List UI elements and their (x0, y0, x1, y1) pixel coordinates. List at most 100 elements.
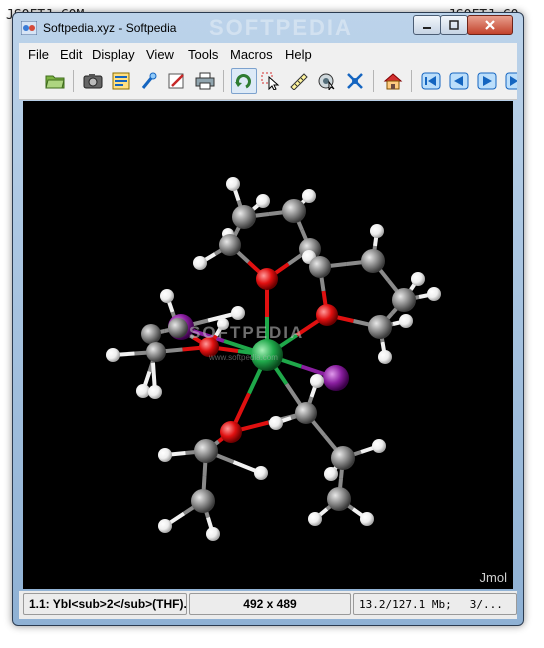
menu-view[interactable]: View (146, 47, 174, 62)
atom-h[interactable] (302, 189, 316, 203)
atom-h[interactable] (411, 272, 425, 286)
atom-h[interactable] (378, 350, 392, 364)
script-icon (112, 72, 130, 90)
softpedia-banner-watermark: SOFTPEDIA (209, 15, 353, 40)
toolbar-separator (411, 70, 412, 92)
atom-h[interactable] (160, 289, 174, 303)
menu-bar: File Edit Display View Tools Macros Help (19, 43, 517, 65)
memory-usage: 13.2/127.1 Mb; (359, 597, 452, 611)
atom-h[interactable] (136, 384, 150, 398)
atom-h[interactable] (310, 374, 324, 388)
close-icon (485, 20, 495, 30)
atom-h[interactable] (427, 287, 441, 301)
atom-h[interactable] (148, 385, 162, 399)
molecule-viewer-canvas[interactable]: SOFTPEDIA www.softpedia.com Jmol (23, 101, 513, 589)
menu-macros[interactable]: Macros (230, 47, 273, 62)
atom-i[interactable] (323, 365, 349, 391)
atom-h[interactable] (206, 527, 220, 541)
viewer-size-status: 492 x 489 (189, 593, 351, 615)
spin-icon (318, 73, 335, 90)
atom-h[interactable] (269, 416, 283, 430)
last-frame-button[interactable] (503, 69, 517, 93)
molecule-model[interactable] (23, 101, 513, 589)
atom-h[interactable] (231, 306, 245, 320)
atom-c[interactable] (368, 315, 392, 339)
toolbar (19, 65, 517, 100)
atom-c[interactable] (146, 342, 166, 362)
atom-move-icon (347, 73, 363, 89)
atom-c[interactable] (392, 288, 416, 312)
atom-h[interactable] (308, 512, 322, 526)
maximize-icon (449, 20, 459, 30)
move-atoms-button[interactable] (343, 69, 367, 93)
print-icon (195, 72, 215, 90)
atom-h[interactable] (399, 314, 413, 328)
edit-script-icon (168, 73, 184, 89)
toolbar-separator (73, 70, 74, 92)
atom-c[interactable] (191, 489, 215, 513)
atom-o[interactable] (256, 268, 278, 290)
print-button[interactable] (193, 69, 217, 93)
close-button[interactable] (467, 15, 513, 35)
atom-h[interactable] (193, 256, 207, 270)
atom-c[interactable] (331, 446, 355, 470)
atom-h[interactable] (324, 467, 338, 481)
atom-h[interactable] (158, 519, 172, 533)
atom-c[interactable] (327, 487, 351, 511)
atom-c[interactable] (194, 439, 218, 463)
title-bar[interactable]: Softpedia.xyz - Softpedia SOFTPEDIA (13, 13, 523, 43)
first-frame-icon (421, 72, 441, 90)
atom-o[interactable] (316, 304, 338, 326)
atom-h[interactable] (370, 224, 384, 238)
atom-h[interactable] (372, 439, 386, 453)
menu-tools[interactable]: Tools (188, 47, 218, 62)
molecule-name-status: 1.1: YbI<sub>2</sub>(THF)... (23, 593, 187, 615)
atom-h[interactable] (360, 512, 374, 526)
first-frame-button[interactable] (419, 69, 443, 93)
minimize-icon (423, 27, 431, 29)
atom-c[interactable] (141, 324, 161, 344)
atom-c[interactable] (309, 256, 331, 278)
atom-c[interactable] (219, 234, 241, 256)
measure-ruler-icon (290, 73, 308, 90)
minimize-button[interactable] (413, 15, 441, 35)
select-pointer-icon (261, 72, 280, 90)
app-window: Softpedia.xyz - Softpedia SOFTPEDIA File… (12, 12, 524, 626)
atom-h[interactable] (106, 348, 120, 362)
script-button[interactable] (109, 69, 133, 93)
pick-button[interactable] (137, 69, 161, 93)
menu-help[interactable]: Help (285, 47, 312, 62)
atom-h[interactable] (254, 466, 268, 480)
open-file-button[interactable] (43, 69, 67, 93)
home-button[interactable] (381, 69, 405, 93)
open-folder-icon (45, 75, 65, 89)
atom-o[interactable] (220, 421, 242, 443)
atom-h[interactable] (226, 177, 240, 191)
edit-script-button[interactable] (165, 69, 189, 93)
status-bar: 1.1: YbI<sub>2</sub>(THF)... 492 x 489 1… (19, 591, 517, 619)
previous-frame-button[interactable] (447, 69, 471, 93)
menu-file[interactable]: File (28, 47, 49, 62)
atom-c[interactable] (295, 402, 317, 424)
next-frame-icon (477, 72, 497, 90)
pick-wand-icon (141, 72, 157, 89)
menu-display[interactable]: Display (92, 47, 135, 62)
softpedia-viewer-watermark: SOFTPEDIA (189, 323, 305, 342)
select-mode-button[interactable] (259, 69, 283, 93)
atom-c[interactable] (168, 318, 188, 338)
measure-button[interactable] (287, 69, 311, 93)
atom-h[interactable] (256, 194, 270, 208)
atom-c[interactable] (282, 199, 306, 223)
atom-c[interactable] (232, 205, 256, 229)
window-title: Softpedia.xyz - Softpedia (43, 21, 177, 35)
next-frame-button[interactable] (475, 69, 499, 93)
export-image-button[interactable] (81, 69, 105, 93)
maximize-button[interactable] (440, 15, 468, 35)
spin-button[interactable] (315, 69, 339, 93)
rotate-mode-button[interactable] (231, 68, 257, 94)
toolbar-separator (223, 70, 224, 92)
menu-edit[interactable]: Edit (60, 47, 82, 62)
atom-c[interactable] (361, 249, 385, 273)
atom-h[interactable] (158, 448, 172, 462)
frame-counter: 3/... (469, 597, 503, 611)
